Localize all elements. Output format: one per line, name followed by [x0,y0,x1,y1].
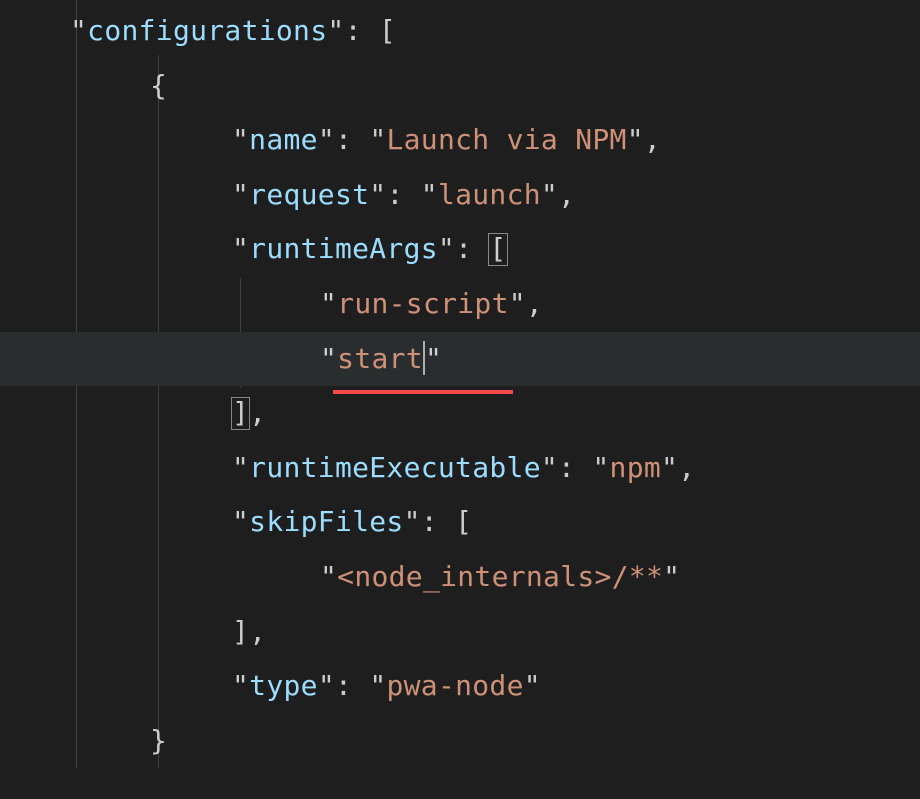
json-key: skipFiles [249,505,403,538]
code-line: "request": "launch", [0,168,920,223]
code-line: } [0,714,920,769]
punct-quote: " [70,14,87,47]
punct-colon: : [335,123,369,156]
code-line: ], [0,386,920,441]
punct-quote: " [421,178,438,211]
punct-quote: " [369,123,386,156]
punct-quote: " [232,232,249,265]
code-line: { [0,59,920,114]
punct-colon: : [335,669,369,702]
json-string: run-script [337,287,509,320]
punct-quote: " [318,123,335,156]
punct-lbracket: [ [379,14,396,47]
punct-quote: " [404,505,421,538]
punct-comma: , [249,615,266,648]
json-key: request [249,178,369,211]
code-line: "<node_internals>/**" [0,550,920,605]
punct-quote: " [320,342,337,375]
punct-quote: " [318,669,335,702]
punct-quote: " [369,178,386,211]
json-string: <node_internals>/** [337,560,663,593]
punct-quote: " [232,669,249,702]
punct-colon: : [421,505,455,538]
code-line: "configurations": [ [0,4,920,59]
code-line: "type": "pwa-node" [0,659,920,714]
punct-quote: " [524,669,541,702]
punct-quote: " [232,505,249,538]
json-string: npm [610,451,661,484]
punct-comma: , [644,123,661,156]
code-editor[interactable]: "configurations": [ { "name": "Launch vi… [0,0,920,768]
punct-colon: : [345,14,379,47]
punct-rbracket-matched: ] [231,397,250,430]
punct-rbracket: ] [232,615,249,648]
punct-quote: " [592,451,609,484]
punct-quote: " [232,178,249,211]
json-key: name [249,123,318,156]
punct-lbrace: { [150,69,167,102]
punct-colon: : [455,232,489,265]
punct-colon: : [386,178,420,211]
punct-comma: , [678,451,695,484]
punct-lbracket-matched: [ [488,233,507,266]
json-key: type [249,669,318,702]
punct-quote: " [369,669,386,702]
json-key: runtimeExecutable [249,451,541,484]
punct-comma: , [558,178,575,211]
json-string: start [337,342,423,375]
punct-colon: : [558,451,592,484]
punct-quote: " [627,123,644,156]
punct-comma: , [249,396,266,429]
punct-quote: " [327,14,344,47]
json-string: Launch via NPM [386,123,626,156]
json-string: pwa-node [386,669,523,702]
json-key: runtimeArgs [249,232,438,265]
annotation-underline [333,390,513,394]
code-line: "runtimeArgs": [ [0,222,920,277]
code-line: "skipFiles": [ [0,495,920,550]
punct-quote: " [541,178,558,211]
punct-quote: " [541,451,558,484]
json-string: launch [438,178,541,211]
code-line: "runtimeExecutable": "npm", [0,441,920,496]
punct-quote: " [509,287,526,320]
code-line-current: "start" [0,332,920,387]
code-line: "name": "Launch via NPM", [0,113,920,168]
punct-quote: " [232,451,249,484]
code-line: "run-script", [0,277,920,332]
punct-quote: " [320,560,337,593]
code-line: ], [0,605,920,660]
punct-comma: , [526,287,543,320]
punct-rbrace: } [150,724,167,757]
punct-quote: " [663,560,680,593]
punct-quote: " [661,451,678,484]
punct-quote: " [320,287,337,320]
punct-quote: " [425,342,442,375]
json-key: configurations [87,14,327,47]
punct-quote: " [438,232,455,265]
punct-quote: " [232,123,249,156]
punct-lbracket: [ [455,505,472,538]
